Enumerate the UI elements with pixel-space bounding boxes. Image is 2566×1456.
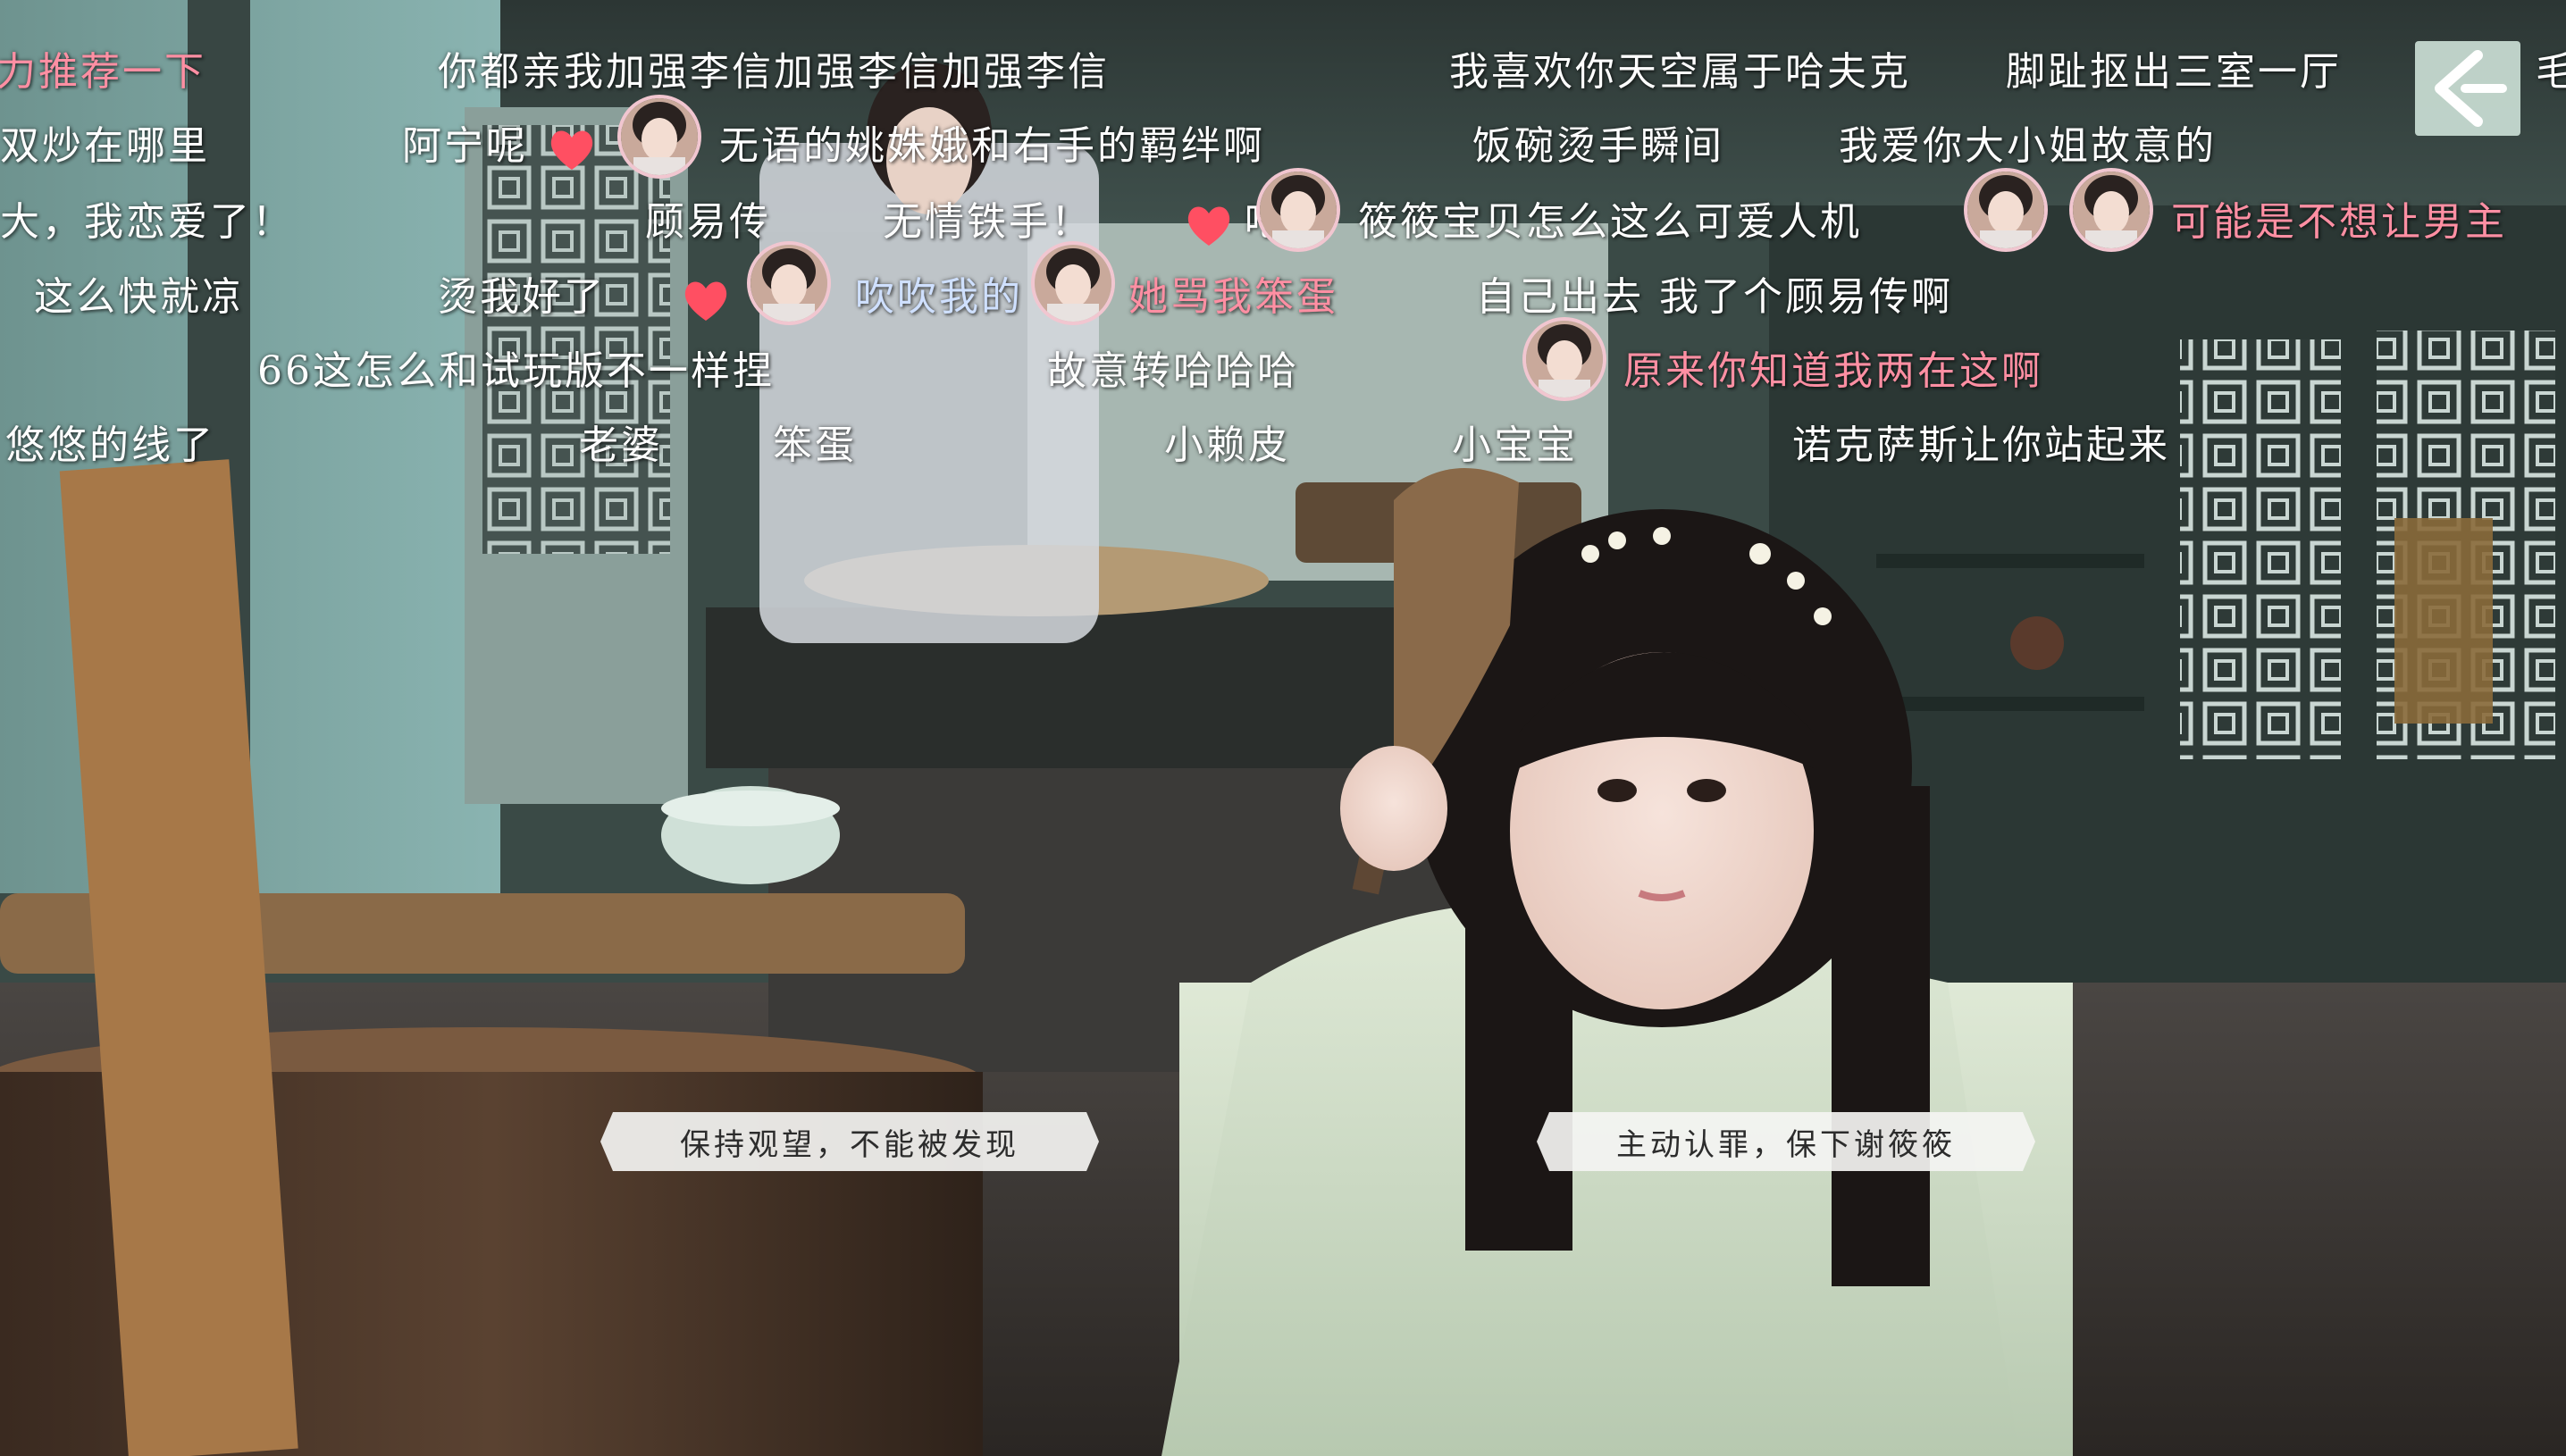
danmaku-comment: 小宝宝 [1452, 423, 1578, 468]
danmaku-comment: 双炒在哪里 [0, 123, 210, 169]
danmaku-comment: 小赖皮 [1164, 423, 1290, 468]
back-arrow-icon [2435, 50, 2507, 127]
danmaku-comment: 原来你知道我两在这啊 [1623, 348, 2043, 394]
user-avatar [2073, 172, 2150, 248]
danmaku-comment: 无语的姚姝娥和右手的羁绊啊 [719, 123, 1265, 169]
danmaku-comment: 她骂我笨蛋 [1128, 274, 1338, 320]
game-scene: 力推荐一下 你都亲我加强李信加强李信加强李信 我喜欢你天空属于哈夫克 脚趾抠出三室一厅… [0, 0, 2566, 1456]
danmaku-comment: 毛的 [2536, 49, 2566, 95]
user-avatar [1967, 172, 2044, 248]
danmaku-comment: 我喜欢你天空属于哈夫克 [1449, 49, 1911, 95]
danmaku-comment: 筱筱宝贝怎么这么可爱人机 [1358, 199, 1862, 245]
danmaku-comment: 无情铁手！ [883, 199, 1093, 245]
danmaku-comment: 诺克萨斯让你站起来 [1792, 423, 2170, 468]
danmaku-comment: 力推荐一下 [0, 49, 206, 95]
danmaku-comment: 我爱你大小姐故意的 [1839, 123, 2217, 169]
heart-icon [550, 130, 593, 170]
danmaku-comment: 阿宁呢 [402, 123, 528, 169]
danmaku-comment: 吹吹我的 [855, 274, 1023, 320]
danmaku-comment: 脚趾抠出三室一厅 [2006, 49, 2342, 95]
danmaku-comment: 大，我恋爱了！ [0, 199, 294, 245]
heart-icon [684, 281, 727, 321]
danmaku-comment: 烫我好了 [438, 274, 606, 320]
danmaku-comment: 老婆 [579, 423, 663, 468]
danmaku-comment: 故意转哈哈哈 [1047, 348, 1299, 394]
danmaku-comment: 笨蛋 [773, 423, 857, 468]
user-avatar [751, 245, 827, 322]
user-avatar [1526, 321, 1603, 397]
back-button[interactable] [2415, 41, 2520, 136]
danmaku-comment: 这么快就凉 [34, 274, 244, 320]
danmaku-comment: 你都亲我加强李信加强李信加强李信 [438, 49, 1110, 95]
choice-confess-button[interactable]: 主动认罪，保下谢筱筱 [1537, 1112, 2035, 1171]
danmaku-comment: 悠悠的线了 [5, 423, 215, 468]
choice-keep-watching-button[interactable]: 保持观望，不能被发现 [600, 1112, 1099, 1171]
user-avatar [1260, 172, 1337, 248]
user-avatar [1035, 245, 1111, 322]
danmaku-comment: 顾易传 [645, 199, 771, 245]
user-avatar [621, 98, 698, 175]
danmaku-comment: 自己出去 我了个顾易传啊 [1476, 274, 1953, 320]
danmaku-comment: 饭碗烫手瞬间 [1472, 123, 1724, 169]
danmaku-comment: 可能是不想让男主 [2171, 199, 2507, 245]
heart-icon [1187, 206, 1230, 246]
danmaku-comment: 66这怎么和试玩版不一样捏 [257, 348, 775, 394]
